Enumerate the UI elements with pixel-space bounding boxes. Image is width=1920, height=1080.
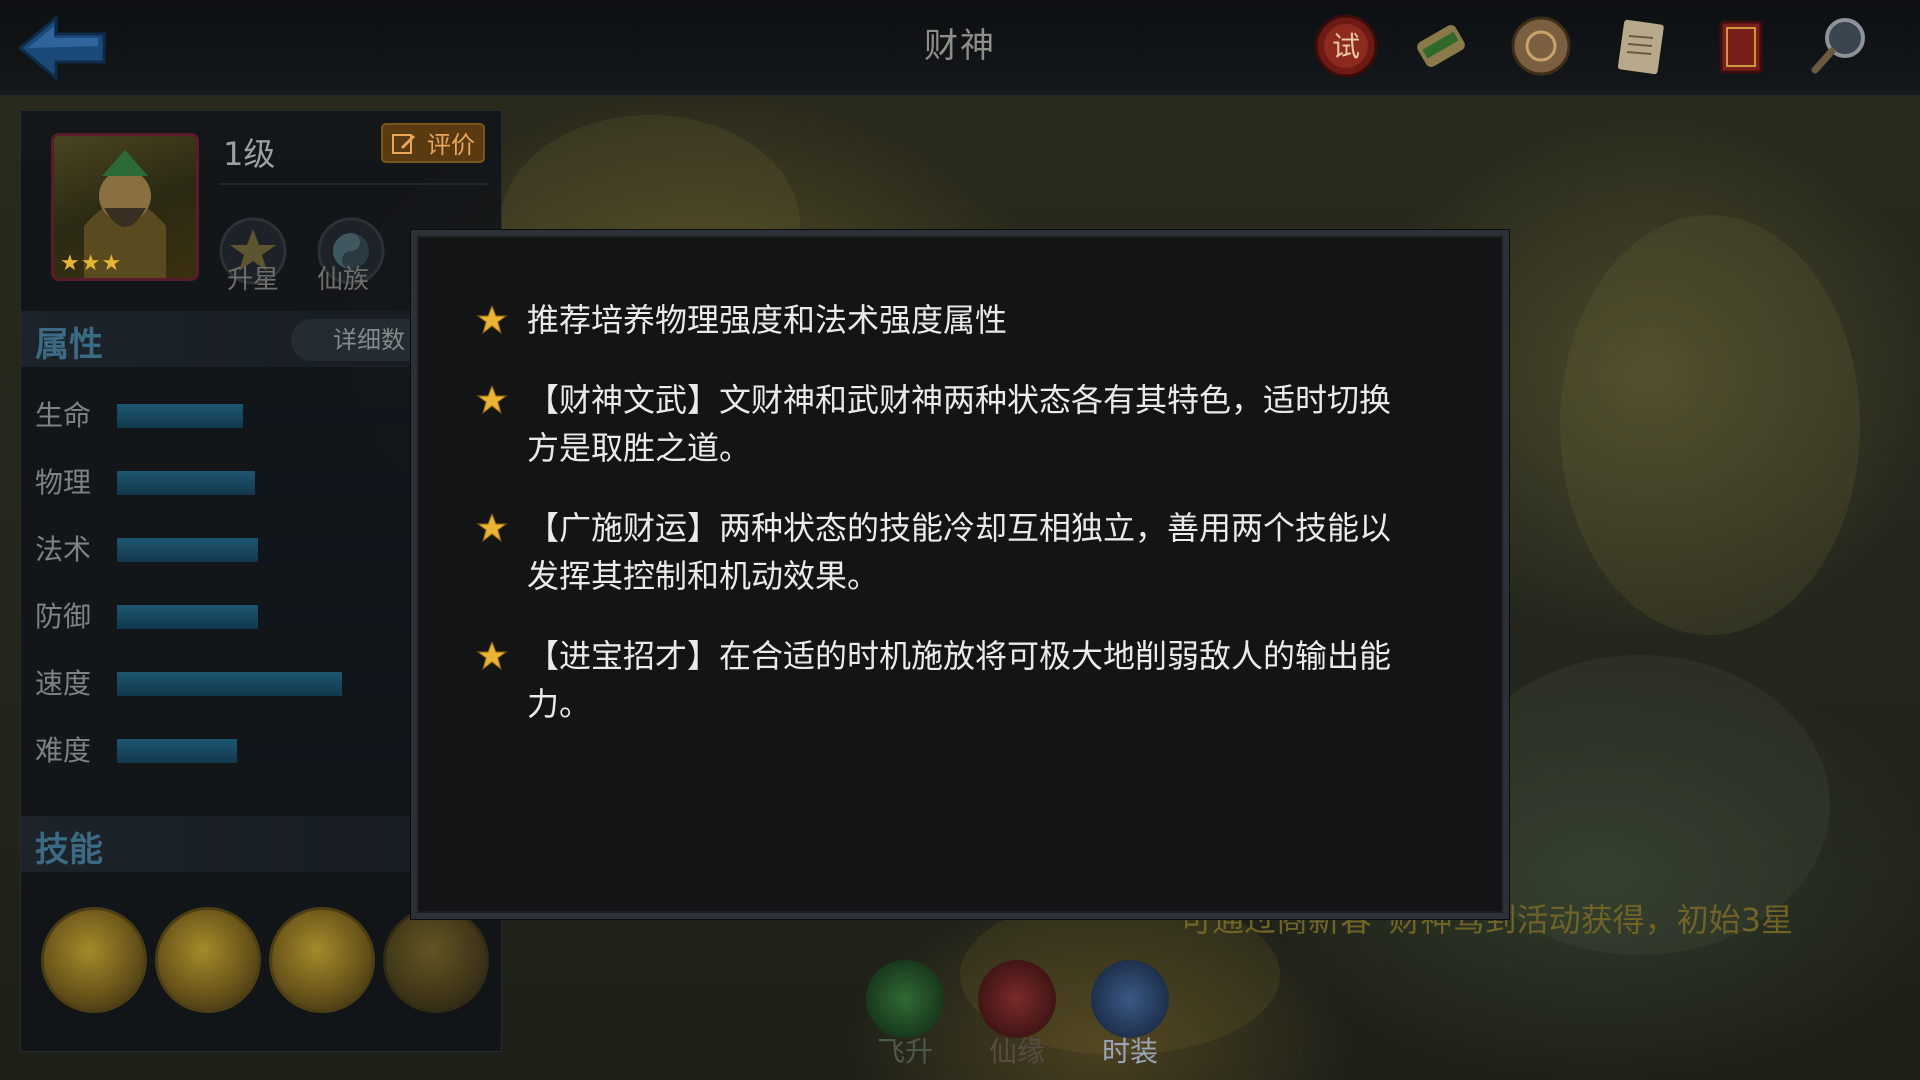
divider — [219, 183, 489, 185]
coin-medal-icon[interactable] — [1505, 10, 1577, 82]
race-label: 仙族 — [317, 265, 370, 295]
stat-label: 防御 — [35, 600, 92, 633]
star-upgrade-label: 升星 — [227, 265, 280, 295]
skill-4-icon[interactable] — [383, 907, 489, 1013]
stat-bar — [117, 404, 417, 428]
stat-bar — [117, 739, 417, 763]
stat-label: 物理 — [35, 466, 92, 499]
heart-icon — [978, 960, 1056, 1038]
fate-label: 仙缘 — [988, 1035, 1045, 1068]
stat-bar — [117, 471, 417, 495]
mask-icon — [1091, 960, 1169, 1038]
trial-seal-icon[interactable]: 试 — [1310, 10, 1382, 82]
tip-text: 推荐培养物理强度和法术强度属性 — [527, 301, 1008, 339]
ascend-button[interactable]: 飞升 — [860, 960, 950, 1070]
tip-item: 推荐培养物理强度和法术强度属性 — [477, 296, 1417, 344]
attributes-title: 属性 — [35, 325, 103, 365]
tip-text: 【广施财运】两种状态的技能冷却互相独立，善用两个技能以发挥其控制和机动效果。 — [527, 509, 1392, 595]
svg-text:试: 试 — [1332, 30, 1360, 63]
magnifier-icon[interactable] — [1805, 10, 1877, 82]
stat-bar — [117, 605, 417, 629]
stat-label: 速度 — [35, 667, 92, 700]
book-icon[interactable] — [1705, 10, 1777, 82]
rate-button-label: 评价 — [427, 131, 475, 159]
stat-label: 生命 — [35, 399, 92, 432]
hero-star-rating: ★★★ — [60, 251, 123, 276]
skill-1-icon[interactable] — [41, 907, 147, 1013]
fate-button[interactable]: 仙缘 — [972, 960, 1062, 1070]
star-icon — [477, 385, 507, 415]
hero-tips-dialog[interactable]: 推荐培养物理强度和法术强度属性 【财神文武】文财神和武财神两种状态各有其特色，适… — [411, 230, 1509, 919]
rate-button[interactable]: 评价 — [381, 123, 485, 163]
tip-item: 【进宝招才】在合适的时机施放将可极大地削弱敌人的输出能力。 — [477, 632, 1417, 728]
scroll-icon[interactable] — [1405, 10, 1477, 82]
tip-item: 【广施财运】两种状态的技能冷却互相独立，善用两个技能以发挥其控制和机动效果。 — [477, 504, 1417, 600]
hero-portrait[interactable]: ★★★ — [51, 133, 199, 281]
tip-text: 【进宝招才】在合适的时机施放将可极大地削弱敌人的输出能力。 — [527, 637, 1392, 723]
stat-bar — [117, 672, 417, 696]
tips-list: 推荐培养物理强度和法术强度属性 【财神文武】文财神和武财神两种状态各有其特色，适… — [477, 296, 1417, 760]
costume-label: 时装 — [1101, 1035, 1158, 1068]
star-icon — [477, 513, 507, 543]
star-icon — [477, 305, 507, 335]
tip-text: 【财神文武】文财神和武财神两种状态各有其特色，适时切换方是取胜之道。 — [527, 381, 1392, 467]
top-bar: 财神 试 — [0, 0, 1920, 96]
skill-2-icon[interactable] — [155, 907, 261, 1013]
stat-bar — [117, 538, 417, 562]
document-icon[interactable] — [1605, 10, 1677, 82]
costume-button[interactable]: 时装 — [1085, 960, 1175, 1070]
star-icon — [477, 641, 507, 671]
tip-item: 【财神文武】文财神和武财神两种状态各有其特色，适时切换方是取胜之道。 — [477, 376, 1417, 472]
stat-label: 难度 — [35, 734, 92, 767]
flame-icon — [866, 960, 944, 1038]
hero-level: 1级 — [223, 135, 276, 173]
skill-3-icon[interactable] — [269, 907, 375, 1013]
edit-icon — [392, 134, 415, 154]
skills-title: 技能 — [35, 830, 103, 870]
ascend-label: 飞升 — [876, 1035, 933, 1068]
stat-label: 法术 — [35, 533, 92, 566]
